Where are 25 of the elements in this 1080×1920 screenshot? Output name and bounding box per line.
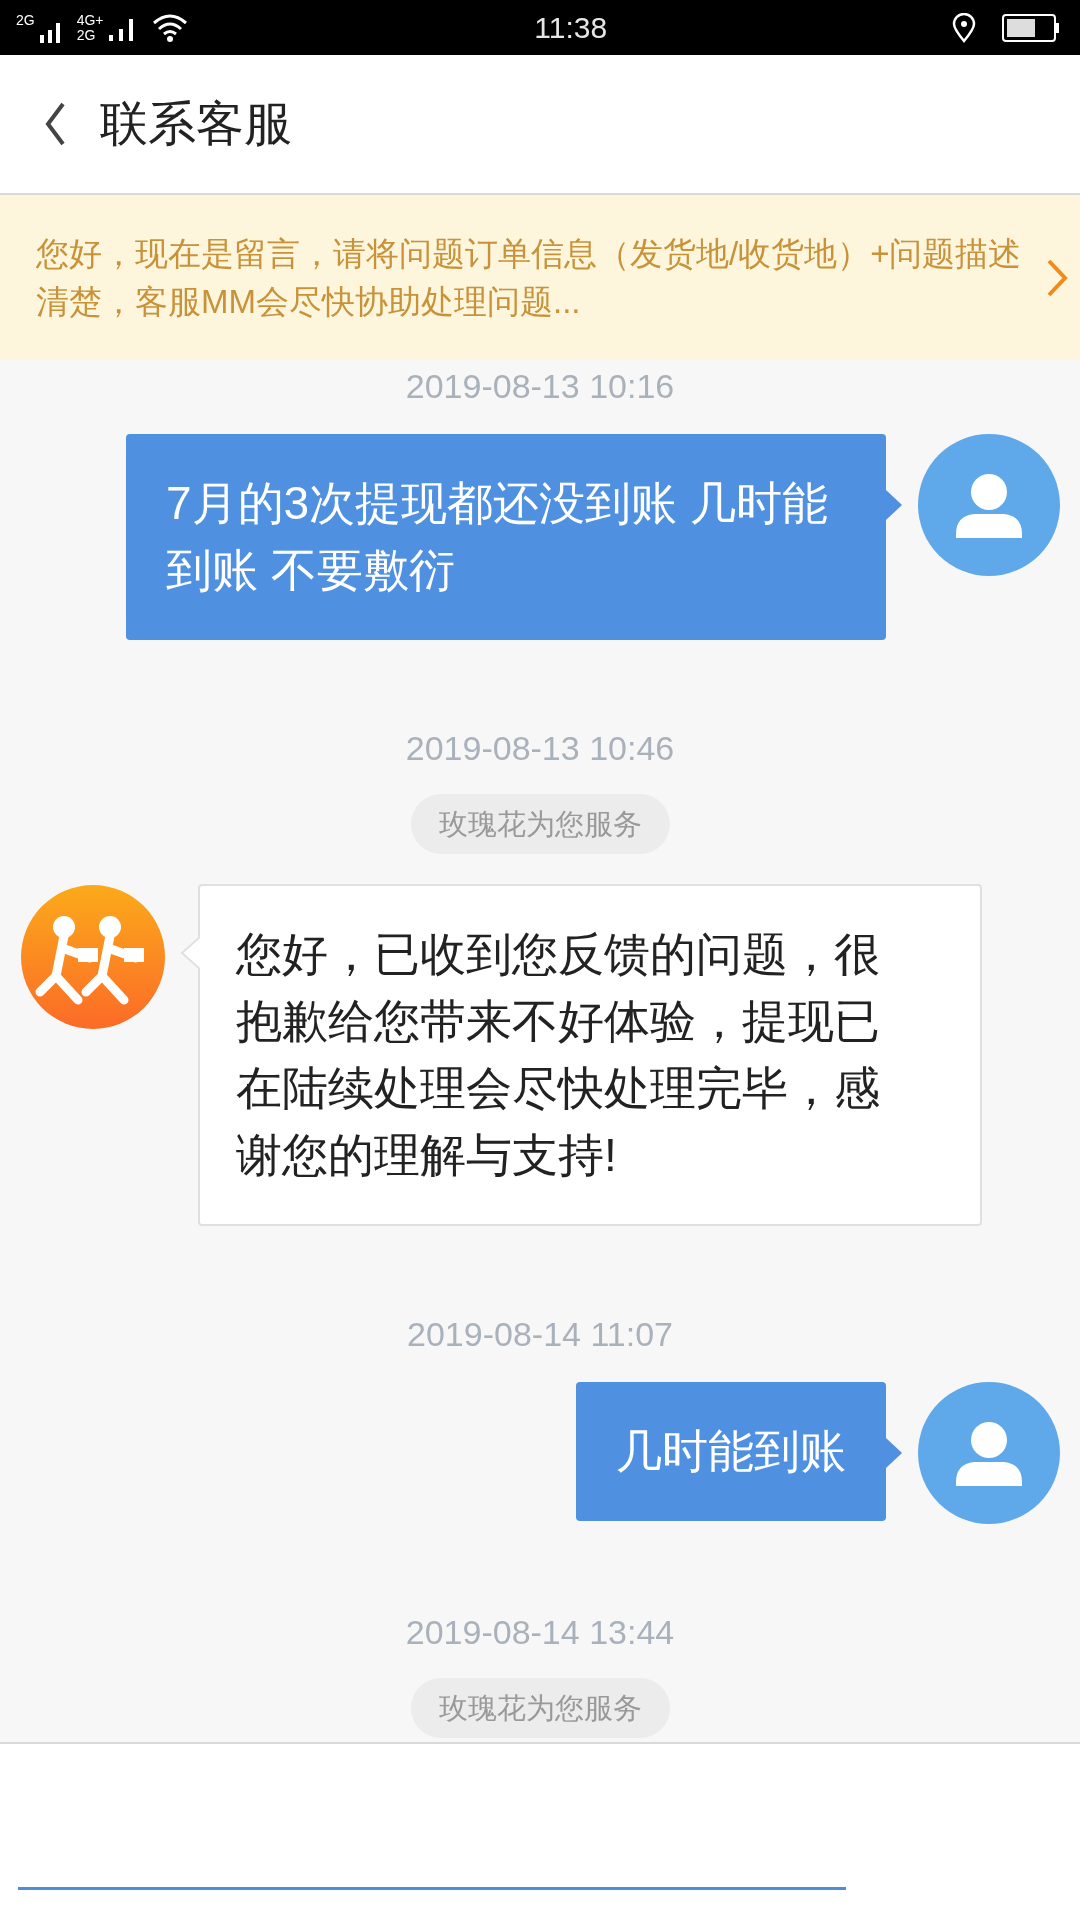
- runners-avatar-icon: [20, 884, 166, 1030]
- user-avatar-icon: [918, 1382, 1060, 1524]
- message-timestamp: 2019-08-13 10:46: [405, 728, 675, 769]
- message-timestamp: 2019-08-14 13:44: [405, 1612, 675, 1653]
- agent-label: 玫瑰花为您服务: [410, 1678, 670, 1738]
- chevron-right-icon: [1046, 257, 1068, 298]
- bubble-tail-icon: [886, 490, 902, 520]
- network-label: 2G: [16, 12, 35, 27]
- notice-text: 您好，现在是留言，请将问题订单信息（发货地/收货地）+问题描述清楚，客服MM会尽快协助处理问题...: [36, 233, 1023, 322]
- message-timestamp: 2019-08-14 11:07: [407, 1314, 673, 1355]
- network-label: 4G+: [76, 12, 104, 28]
- battery-icon: [1002, 13, 1060, 42]
- received-message-bubble: 您好，已收到您反馈的问题，很抱歉给您带来不好体验，提现已在陆续处理会尽快处理完毕，感谢您的理解与支持!: [198, 884, 982, 1226]
- message-timestamp: 2019-08-13 10:16: [405, 366, 675, 407]
- page-title: 联系客服: [100, 96, 292, 152]
- bubble-tail-icon: [180, 936, 200, 970]
- location-icon: [952, 12, 976, 43]
- user-avatar-icon: [918, 434, 1060, 576]
- bubble-tail-icon: [886, 1438, 902, 1468]
- notice-banner[interactable]: 您好，现在是留言，请将问题订单信息（发货地/收货地）+问题描述清楚，客服MM会尽快协助处理问题...: [0, 195, 1080, 360]
- network-label: 2G: [76, 27, 97, 43]
- sent-message-bubble: 7月的3次提现都还没到账 几时能到账 不要敷衍: [126, 434, 886, 640]
- agent-label: 玫瑰花为您服务: [410, 794, 670, 854]
- status-time: 11:38: [534, 10, 608, 46]
- sent-message-bubble: 几时能到账: [576, 1382, 886, 1521]
